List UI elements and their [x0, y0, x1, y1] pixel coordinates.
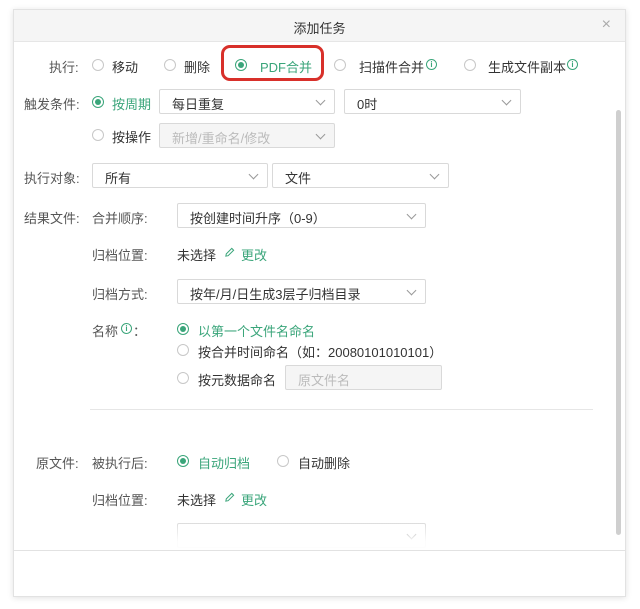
radio-move[interactable] [92, 59, 104, 71]
add-task-dialog: 添加任务 × 执行: 移动 删除 PDF合并 扫描件合并 i 生成文件副本 i … [13, 9, 626, 597]
change-source-archive-link[interactable]: 更改 [241, 490, 267, 509]
radio-name-merge-time[interactable] [177, 344, 189, 356]
info-icon[interactable]: i [567, 59, 578, 70]
archive-method-select[interactable]: 按年/月/日生成3层子归档目录 [177, 279, 426, 304]
operation-select: 新增/重命名/修改 [159, 123, 335, 148]
merge-order-value: 按创建时间升序（0-9） [190, 211, 326, 226]
merge-order-label: 合并顺序: [92, 211, 148, 226]
option-scan-merge-label[interactable]: 扫描件合并 [359, 57, 424, 76]
radio-scan-merge[interactable] [334, 59, 346, 71]
type-value: 文件 [285, 171, 312, 186]
chevron-down-icon [501, 95, 512, 106]
type-select[interactable]: 文件 [272, 163, 449, 188]
change-archive-link[interactable]: 更改 [241, 245, 267, 264]
info-icon[interactable]: i [121, 323, 132, 334]
dialog-titlebar: 添加任务 × [14, 10, 625, 42]
source-archive-location-label: 归档位置: [92, 493, 148, 508]
highlight-annotation [221, 45, 324, 81]
target-label: 执行对象: [24, 171, 80, 186]
chevron-down-icon [315, 129, 326, 140]
after-execution-label: 被执行后: [92, 456, 148, 471]
execute-label: 执行: [49, 60, 79, 75]
pencil-icon[interactable] [224, 492, 235, 503]
trigger-label: 触发条件: [24, 97, 80, 112]
chevron-down-icon [406, 209, 417, 220]
metadata-input: 原文件名 [285, 365, 442, 390]
chevron-down-icon [248, 169, 259, 180]
radio-name-metadata[interactable] [177, 372, 189, 384]
radio-copy[interactable] [464, 59, 476, 71]
name-first-file-label[interactable]: 以第一个文件名命名 [198, 321, 315, 340]
time-value: 0时 [357, 97, 378, 112]
radio-name-first-file[interactable] [177, 323, 189, 335]
option-copy-label[interactable]: 生成文件副本 [488, 57, 566, 76]
period-select[interactable]: 每日重复 [159, 89, 335, 114]
operation-value: 新增/重命名/修改 [172, 131, 271, 146]
auto-archive-label[interactable]: 自动归档 [198, 453, 250, 472]
option-move-label[interactable]: 移动 [112, 57, 138, 76]
option-delete-label[interactable]: 删除 [184, 57, 210, 76]
result-label: 结果文件: [24, 211, 80, 226]
archive-location-label: 归档位置: [92, 248, 148, 263]
name-metadata-label[interactable]: 按元数据命名 [198, 370, 276, 389]
time-select[interactable]: 0时 [344, 89, 521, 114]
archive-location-value: 未选择 [177, 248, 217, 263]
operation-label[interactable]: 按操作 [112, 127, 151, 146]
pencil-icon[interactable] [224, 247, 235, 258]
chevron-down-icon [315, 95, 326, 106]
radio-periodic[interactable] [92, 96, 104, 108]
radio-auto-archive[interactable] [177, 455, 189, 467]
scope-value: 所有 [105, 171, 132, 186]
archive-method-label: 归档方式: [92, 287, 148, 302]
name-label: 名称 [92, 324, 119, 339]
periodic-label[interactable]: 按周期 [112, 94, 151, 113]
archive-method-value: 按年/月/日生成3层子归档目录 [190, 287, 361, 302]
chevron-down-icon [406, 285, 417, 296]
period-value: 每日重复 [172, 97, 225, 112]
dialog-title: 添加任务 [293, 21, 346, 36]
auto-delete-label[interactable]: 自动删除 [298, 453, 350, 472]
dialog-footer [14, 550, 625, 596]
name-colon: ： [133, 324, 147, 339]
radio-auto-delete[interactable] [277, 455, 289, 467]
info-icon[interactable]: i [426, 59, 437, 70]
chevron-down-icon [429, 169, 440, 180]
source-label: 原文件: [36, 456, 79, 471]
close-icon[interactable]: × [602, 16, 611, 34]
merge-order-select[interactable]: 按创建时间升序（0-9） [177, 203, 426, 228]
section-divider [90, 409, 593, 410]
scrollbar[interactable] [616, 110, 621, 535]
radio-delete[interactable] [164, 59, 176, 71]
source-archive-location-value: 未选择 [177, 493, 217, 508]
scope-select[interactable]: 所有 [92, 163, 268, 188]
metadata-placeholder: 原文件名 [298, 373, 351, 388]
radio-operation[interactable] [92, 129, 104, 141]
name-merge-time-label[interactable]: 按合并时间命名（如：20080101010101） [198, 342, 442, 361]
